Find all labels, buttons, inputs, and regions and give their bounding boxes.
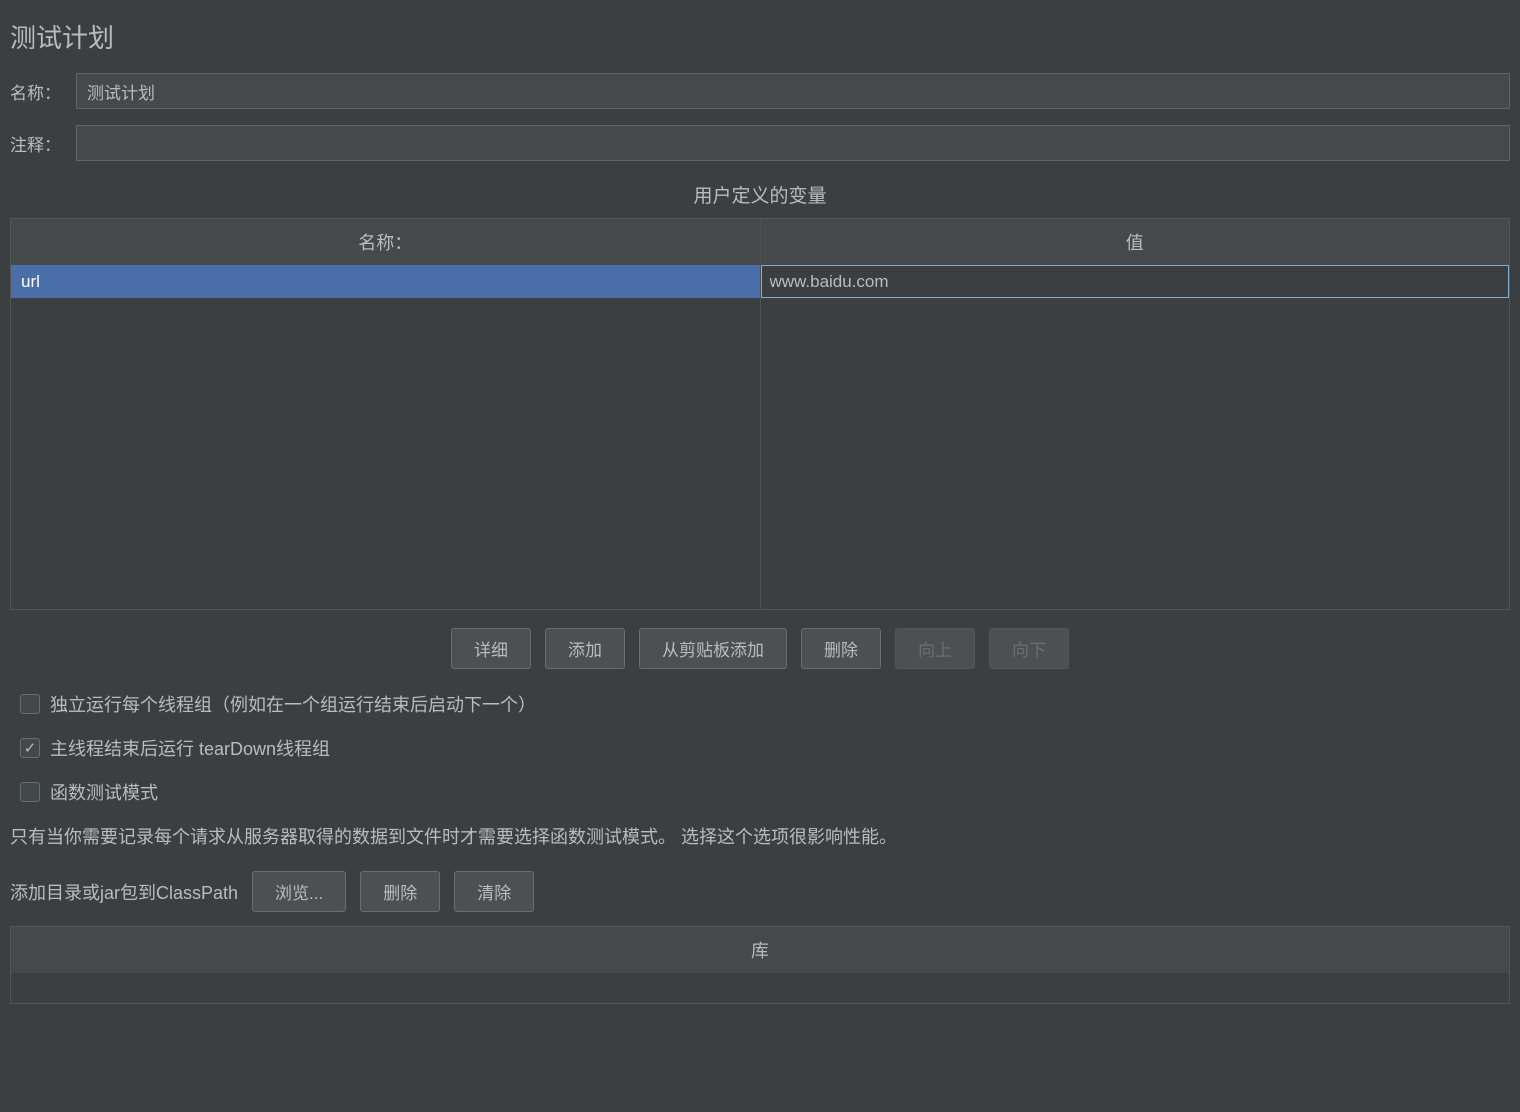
down-button[interactable]: 向下 xyxy=(989,628,1069,669)
classpath-label: 添加目录或jar包到ClassPath xyxy=(10,879,238,905)
up-button[interactable]: 向上 xyxy=(895,628,975,669)
comment-input[interactable] xyxy=(76,125,1510,161)
comment-row: 注释： xyxy=(10,125,1510,161)
classpath-row: 添加目录或jar包到ClassPath 浏览... 删除 清除 xyxy=(10,871,1510,912)
checkbox-run-serial-label: 独立运行每个线程组（例如在一个组运行结束后启动下一个） xyxy=(50,691,536,717)
variable-button-row: 详细 添加 从剪贴板添加 删除 向上 向下 xyxy=(10,628,1510,669)
checkbox-run-serial-row: 独立运行每个线程组（例如在一个组运行结束后启动下一个） xyxy=(10,691,1510,717)
clear-button[interactable]: 清除 xyxy=(454,871,534,912)
checkbox-functional-test[interactable] xyxy=(20,782,40,802)
name-row: 名称： xyxy=(10,73,1510,109)
name-label: 名称： xyxy=(10,79,76,104)
detail-button[interactable]: 详细 xyxy=(451,628,531,669)
variable-value-input[interactable] xyxy=(761,265,1510,298)
name-input[interactable] xyxy=(76,73,1510,109)
library-header: 库 xyxy=(11,927,1509,973)
table-body: url xyxy=(11,265,1509,609)
table-col-name: url xyxy=(11,265,761,609)
delete-button[interactable]: 删除 xyxy=(801,628,881,669)
table-row-value-cell[interactable] xyxy=(761,265,1510,298)
checkbox-teardown[interactable] xyxy=(20,738,40,758)
checkbox-teardown-label: 主线程结束后运行 tearDown线程组 xyxy=(50,735,330,761)
variables-table: 名称： 值 url xyxy=(10,218,1510,610)
checkbox-run-serial[interactable] xyxy=(20,694,40,714)
library-section: 库 xyxy=(10,926,1510,1004)
table-row-name-cell[interactable]: url xyxy=(11,265,760,298)
comment-label: 注释： xyxy=(10,131,76,156)
column-name-header[interactable]: 名称： xyxy=(11,219,761,265)
functional-test-info: 只有当你需要记录每个请求从服务器取得的数据到文件时才需要选择函数测试模式。 选择… xyxy=(10,823,1510,849)
variables-section-title: 用户定义的变量 xyxy=(10,181,1510,208)
checkbox-teardown-row: 主线程结束后运行 tearDown线程组 xyxy=(10,735,1510,761)
checkbox-functional-test-label: 函数测试模式 xyxy=(50,779,158,805)
table-header: 名称： 值 xyxy=(11,219,1509,265)
checkbox-functional-test-row: 函数测试模式 xyxy=(10,779,1510,805)
page-title: 测试计划 xyxy=(10,18,1510,55)
table-col-value xyxy=(761,265,1510,609)
column-value-header[interactable]: 值 xyxy=(761,219,1510,265)
library-body[interactable] xyxy=(11,973,1509,1003)
add-button[interactable]: 添加 xyxy=(545,628,625,669)
add-from-clipboard-button[interactable]: 从剪贴板添加 xyxy=(639,628,787,669)
browse-button[interactable]: 浏览... xyxy=(252,871,346,912)
classpath-delete-button[interactable]: 删除 xyxy=(360,871,440,912)
